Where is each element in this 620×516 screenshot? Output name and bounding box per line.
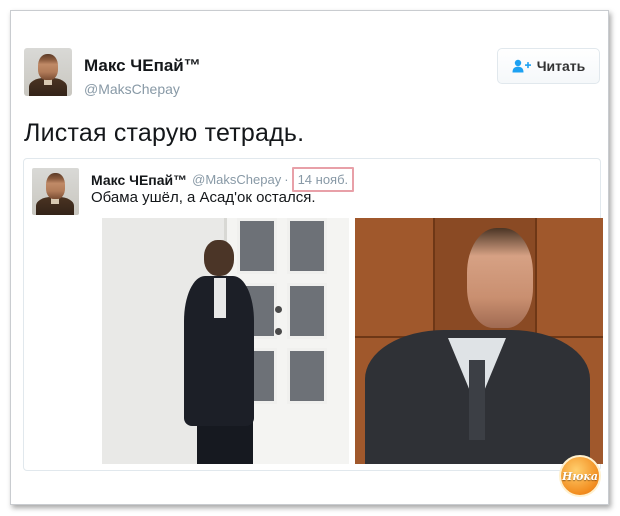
quoted-photo-right[interactable] xyxy=(355,218,603,464)
author-handle[interactable]: @MaksChepay xyxy=(84,81,180,97)
quoted-tweet[interactable]: Макс ЧЕпай™ @MaksChepay · 14 нояб. Обама… xyxy=(23,158,603,471)
quoted-tweet-text: Обама ушёл, а Асад'ок остался. xyxy=(91,189,316,206)
tweet-text: Листая старую тетрадь. xyxy=(24,119,305,147)
follow-button[interactable]: Читать xyxy=(497,48,600,84)
quoted-author-avatar[interactable] xyxy=(32,168,79,215)
site-watermark-logo: Нюка xyxy=(559,455,601,497)
author-display-name[interactable]: Макс ЧЕпай™ xyxy=(84,56,201,76)
author-avatar[interactable] xyxy=(24,48,72,96)
add-user-icon xyxy=(512,59,532,73)
header-separator: · xyxy=(284,172,289,187)
quoted-author-handle[interactable]: @MaksChepay xyxy=(192,172,281,187)
tweet-card: Макс ЧЕпай™ @MaksChepay Читать Листая ст… xyxy=(10,10,609,505)
quoted-author-name[interactable]: Макс ЧЕпай™ xyxy=(91,172,187,188)
watermark-text: Нюка xyxy=(562,469,598,483)
quoted-photo-left[interactable] xyxy=(102,218,349,464)
follow-label: Читать xyxy=(536,58,586,74)
